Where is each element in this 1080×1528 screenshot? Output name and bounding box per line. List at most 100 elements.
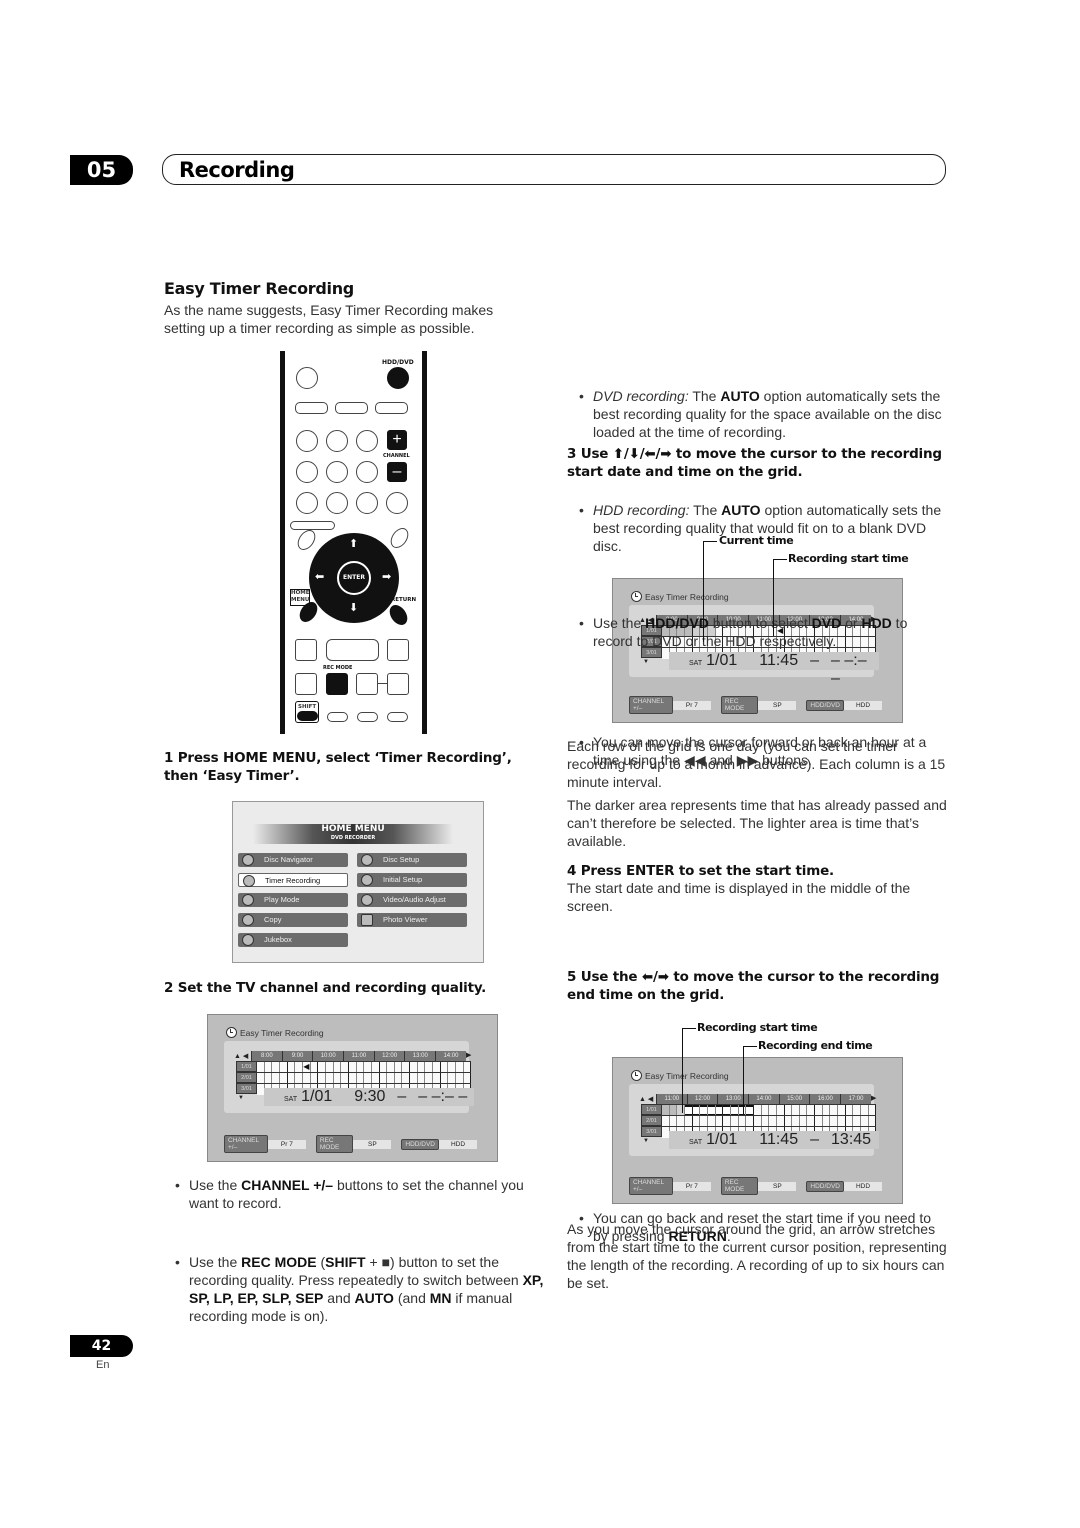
- hour-header: 16:00: [809, 1094, 841, 1104]
- hour-header: 10:00: [312, 1051, 344, 1061]
- channel-value[interactable]: Pr 7: [672, 1181, 711, 1191]
- menu-item-disc-setup[interactable]: Disc Setup: [357, 853, 467, 867]
- easy-timer-screen-3: Easy Timer Recording ▲ ◀ ▶ 11:00 12:00 13:00 1…: [612, 1057, 903, 1204]
- grid-row: 1/01 ◀: [236, 1061, 472, 1073]
- menu-item-play-mode[interactable]: Play Mode: [238, 893, 348, 907]
- hour-header: 12:00: [373, 1051, 405, 1061]
- remote-button: [295, 402, 328, 414]
- hour-header: 12:00: [686, 1094, 718, 1104]
- callout-current-time: Current time: [719, 534, 794, 547]
- chapter-number: 05: [70, 155, 133, 185]
- hour-header: 13:00: [404, 1051, 436, 1061]
- callout-recording-start-time: Recording start time: [788, 552, 909, 565]
- remote-button: [375, 402, 408, 414]
- remote-control-illustration: HDD/DVD + CHANNEL – ENTER ⬆ ⬇ ⬅ ➡ HOME ME…: [280, 351, 427, 734]
- grid-row: 2/01: [236, 1072, 472, 1084]
- scroll-right-icon[interactable]: ▶: [871, 1094, 876, 1102]
- screen-title: Easy Timer Recording: [631, 591, 729, 602]
- media-tag: HDD/DVD: [806, 699, 844, 711]
- right-arrow-icon: ➡: [382, 571, 392, 583]
- scroll-up-icon[interactable]: ▲ ◀: [234, 1052, 248, 1060]
- scroll-up-icon[interactable]: ▲ ◀: [639, 1095, 653, 1103]
- cursor-icon: ◀: [303, 1062, 310, 1071]
- scroll-down-icon[interactable]: ▼: [643, 1138, 649, 1144]
- date-cell: 2/01: [641, 1115, 662, 1126]
- rec-mode-label: REC MODE: [323, 665, 353, 671]
- disc-setup-icon: [361, 854, 373, 866]
- hour-header: 14:00: [748, 1094, 779, 1104]
- channel-value[interactable]: Pr 7: [672, 700, 711, 710]
- paragraph-arrow-stretches: As you move the cursor around the grid, …: [567, 1221, 947, 1291]
- timer-grid-panel: ▲ ◀ ▶ 8:00 9:00 10:00 11:00 12:00 13:00 14:00 1/0…: [224, 1041, 474, 1113]
- screen-footer: CHANNEL +/– Pr 7 REC MODE SP HDD/DVD HDD: [224, 1135, 477, 1153]
- hour-header: 14:00: [435, 1051, 466, 1061]
- menu-item-disc-navigator[interactable]: Disc Navigator: [238, 853, 348, 867]
- menu-item-jukebox[interactable]: Jukebox: [238, 933, 348, 947]
- clock-icon: [631, 1070, 642, 1081]
- time-readout: SAT 1/01 11:45–13:45: [669, 1131, 879, 1149]
- photo-viewer-icon: [361, 914, 373, 926]
- date-cell: 1/01: [236, 1061, 257, 1072]
- easy-timer-screen-1: Easy Timer Recording ▲ ◀ ▶ 8:00 9:00 10:00 11:…: [207, 1014, 498, 1162]
- bullet-channel: Use the CHANNEL +/– buttons to set the c…: [175, 1176, 545, 1212]
- menu-item-copy[interactable]: Copy: [238, 913, 348, 927]
- clock-icon: [243, 875, 255, 887]
- play-mode-icon: [242, 894, 254, 906]
- hdd-dvd-button: [387, 367, 409, 389]
- rec-mode-value[interactable]: SP: [353, 1139, 392, 1149]
- channel-tag: CHANNEL +/–: [224, 1135, 268, 1153]
- screen-footer: CHANNEL +/– Pr 7 REC MODE SP HDD/DVD HDD: [629, 696, 882, 714]
- step-2-heading: 2 Set the TV channel and recording quali…: [164, 980, 487, 996]
- time-readout: SAT 1/01 9:30– – –:– –: [264, 1088, 474, 1106]
- paragraph-darker-area: The darker area represents time that has…: [567, 797, 947, 849]
- jukebox-icon: [242, 934, 254, 946]
- enter-button: ENTER: [337, 561, 371, 595]
- intro-text: As the name suggests, Easy Timer Recordi…: [164, 302, 494, 336]
- return-label: RETURN: [391, 597, 417, 603]
- return-button: [386, 601, 411, 629]
- rec-mode-tag: REC MODE: [720, 1177, 759, 1195]
- hour-header: 15:00: [778, 1094, 810, 1104]
- clock-icon: [631, 591, 642, 602]
- screen-title: Easy Timer Recording: [226, 1027, 324, 1038]
- channel-minus-button: –: [387, 462, 407, 482]
- shift-button: [297, 711, 318, 721]
- channel-value[interactable]: Pr 7: [267, 1139, 306, 1149]
- hour-header: 9:00: [281, 1051, 313, 1061]
- rec-mode-tag: REC MODE: [315, 1135, 354, 1153]
- menu-item-timer-recording[interactable]: Timer Recording: [238, 873, 348, 887]
- step-3-heading: 3 Use ⬆/⬇/⬅/➡ to move the cursor to the …: [567, 446, 942, 480]
- copy-icon: [242, 914, 254, 926]
- media-value[interactable]: HDD: [844, 1181, 882, 1191]
- media-tag: HDD/DVD: [806, 1180, 844, 1192]
- chapter-title: Recording: [162, 154, 946, 185]
- up-arrow-icon: ⬆: [349, 538, 359, 550]
- step-4-heading: 4 Press ENTER to set the start time.: [567, 863, 834, 879]
- step-1-heading: 1 Press HOME MENU, select ‘Timer Recordi…: [164, 750, 512, 784]
- media-value[interactable]: HDD: [439, 1139, 477, 1149]
- menu-item-photo-viewer[interactable]: Photo Viewer: [357, 913, 467, 927]
- rec-mode-value[interactable]: SP: [758, 700, 797, 710]
- media-value[interactable]: HDD: [844, 700, 882, 710]
- time-readout: SAT 1/01 11:45– – –:– –: [669, 652, 879, 687]
- rec-mode-value[interactable]: SP: [758, 1181, 797, 1191]
- remote-button: [335, 402, 368, 414]
- menu-item-video-audio-adjust[interactable]: Video/Audio Adjust: [357, 893, 467, 907]
- page-number: 42: [70, 1335, 133, 1357]
- screen-title: Easy Timer Recording: [631, 1070, 729, 1081]
- channel-tag: CHANNEL +/–: [629, 696, 673, 714]
- scroll-down-icon[interactable]: ▼: [238, 1095, 244, 1101]
- down-arrow-icon: ⬇: [349, 602, 359, 614]
- callout-recording-end-time: Recording end time: [758, 1039, 873, 1052]
- hour-header: 11:00: [343, 1051, 374, 1061]
- video-audio-icon: [361, 894, 373, 906]
- channel-label: CHANNEL: [383, 453, 410, 459]
- date-cell: 3/01: [641, 1126, 662, 1137]
- date-cell: 2/01: [236, 1072, 257, 1083]
- channel-tag: CHANNEL +/–: [629, 1177, 673, 1195]
- scroll-right-icon[interactable]: ▶: [466, 1051, 471, 1059]
- scroll-down-icon[interactable]: ▼: [643, 659, 649, 665]
- media-tag: HDD/DVD: [401, 1138, 439, 1150]
- menu-item-initial-setup[interactable]: Initial Setup: [357, 873, 467, 887]
- callout-recording-start-time-2: Recording start time: [697, 1021, 818, 1034]
